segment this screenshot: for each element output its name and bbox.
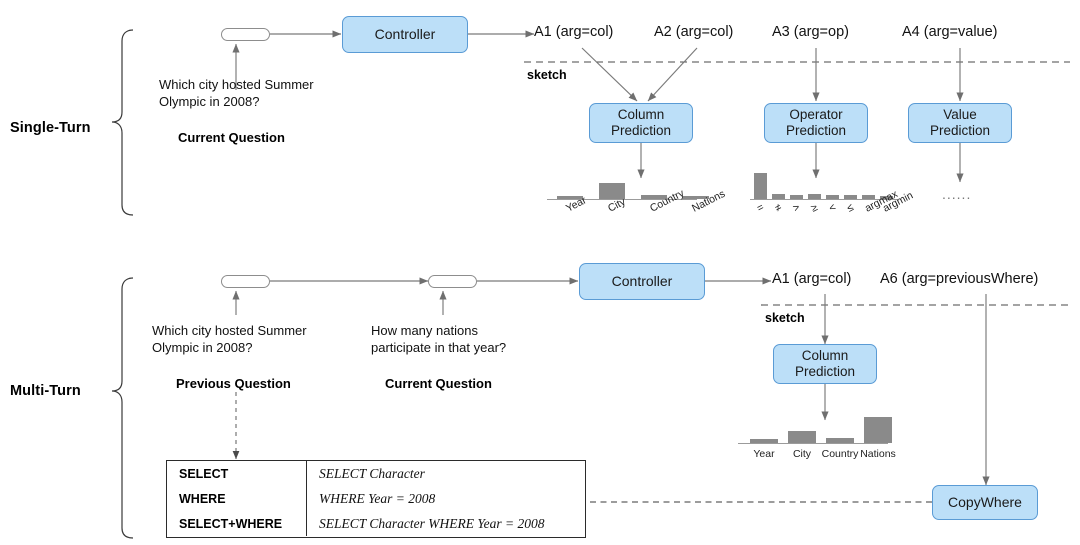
action-label-a3-single-turn: A3 (arg=op) bbox=[772, 24, 849, 40]
current-question-text-single-turn: Which city hosted Summer Olympic in 2008… bbox=[159, 77, 314, 110]
action-label-a6-multi-turn: A6 (arg=previousWhere) bbox=[880, 271, 1039, 287]
column-prediction-node-single-turn[interactable]: Column Prediction bbox=[589, 103, 693, 143]
current-question-caption-multi-turn: Current Question bbox=[385, 376, 492, 391]
sql-row-value-where: WHERE Year = 2008 bbox=[319, 490, 436, 506]
copy-where-node[interactable]: CopyWhere bbox=[932, 485, 1038, 520]
sketch-label-multi-turn: sketch bbox=[765, 311, 805, 325]
column-prediction-node-label-multi: Column Prediction bbox=[794, 348, 856, 379]
action-label-a1-single-turn: A1 (arg=col) bbox=[534, 24, 614, 40]
axis-tick-label: Country bbox=[648, 187, 687, 215]
controller-node-single-turn[interactable]: Controller bbox=[342, 16, 468, 53]
sql-row-value-select: SELECT Character bbox=[319, 465, 425, 481]
axis-tick-label: ≤ bbox=[844, 201, 856, 215]
action-label-a2-single-turn: A2 (arg=col) bbox=[654, 24, 734, 40]
axis-tick-label: < bbox=[826, 201, 838, 215]
action-label-a1-multi-turn: A1 (arg=col) bbox=[772, 271, 852, 287]
bar-Nations bbox=[864, 417, 892, 443]
bar-City bbox=[788, 431, 816, 443]
axis-tick-label: ≠ bbox=[772, 201, 784, 215]
column-prediction-chart-multi-turn: Year City Country Nations bbox=[738, 405, 896, 460]
current-question-input-pill[interactable] bbox=[428, 275, 477, 288]
action-label-a4-single-turn: A4 (arg=value) bbox=[902, 24, 998, 40]
operator-prediction-node-label: Operator Prediction bbox=[785, 107, 847, 138]
column-prediction-node-multi-turn[interactable]: Column Prediction bbox=[773, 344, 877, 384]
controller-node-multi-turn[interactable]: Controller bbox=[579, 263, 705, 300]
section-label-single-turn: Single-Turn bbox=[10, 120, 91, 136]
column-prediction-chart-single-turn: Year City Country Nations bbox=[547, 165, 727, 225]
previous-question-caption: Previous Question bbox=[176, 376, 291, 391]
axis-tick-label: = bbox=[754, 201, 766, 215]
previous-question-text: Which city hosted Summer Olympic in 2008… bbox=[152, 323, 307, 356]
sql-row-key-select: SELECT bbox=[167, 461, 307, 486]
value-prediction-node-single-turn[interactable]: Value Prediction bbox=[908, 103, 1012, 143]
sql-row-key-select-where: SELECT+WHERE bbox=[167, 511, 307, 536]
table-row: SELECT SELECT Character bbox=[167, 461, 585, 486]
axis-tick-label: Nations bbox=[690, 187, 728, 215]
sql-row-value-select-where: SELECT Character WHERE Year = 2008 bbox=[319, 515, 545, 531]
question-input-pill-single-turn[interactable] bbox=[221, 28, 270, 41]
sketch-label-single-turn: sketch bbox=[527, 68, 567, 82]
operator-prediction-node-single-turn[interactable]: Operator Prediction bbox=[764, 103, 868, 143]
value-prediction-node-label: Value Prediction bbox=[929, 107, 991, 138]
table-row: SELECT+WHERE SELECT Character WHERE Year… bbox=[167, 511, 585, 536]
operator-prediction-chart-single-turn: = ≠ > ≥ < ≤ argmax argmin bbox=[750, 165, 915, 225]
column-prediction-node-label: Column Prediction bbox=[610, 107, 672, 138]
axis-tick-label: > bbox=[790, 201, 802, 215]
bar-= bbox=[754, 173, 767, 199]
value-prediction-output-placeholder: ...... bbox=[942, 186, 972, 202]
section-label-multi-turn: Multi-Turn bbox=[10, 383, 81, 399]
axis-tick-label: ≥ bbox=[808, 201, 820, 215]
current-question-text-multi-turn: How many nations participate in that yea… bbox=[371, 323, 507, 356]
chart-baseline bbox=[738, 443, 888, 444]
sql-row-key-where: WHERE bbox=[167, 486, 307, 511]
previous-question-input-pill[interactable] bbox=[221, 275, 270, 288]
diagram-canvas: Single-Turn Which city hosted Summer Oly… bbox=[0, 0, 1080, 545]
sql-decomposition-table: SELECT SELECT Character WHERE WHERE Year… bbox=[166, 460, 586, 538]
table-row: WHERE WHERE Year = 2008 bbox=[167, 486, 585, 511]
axis-tick-label: Nations bbox=[860, 448, 896, 460]
current-question-caption-single-turn: Current Question bbox=[178, 130, 285, 145]
